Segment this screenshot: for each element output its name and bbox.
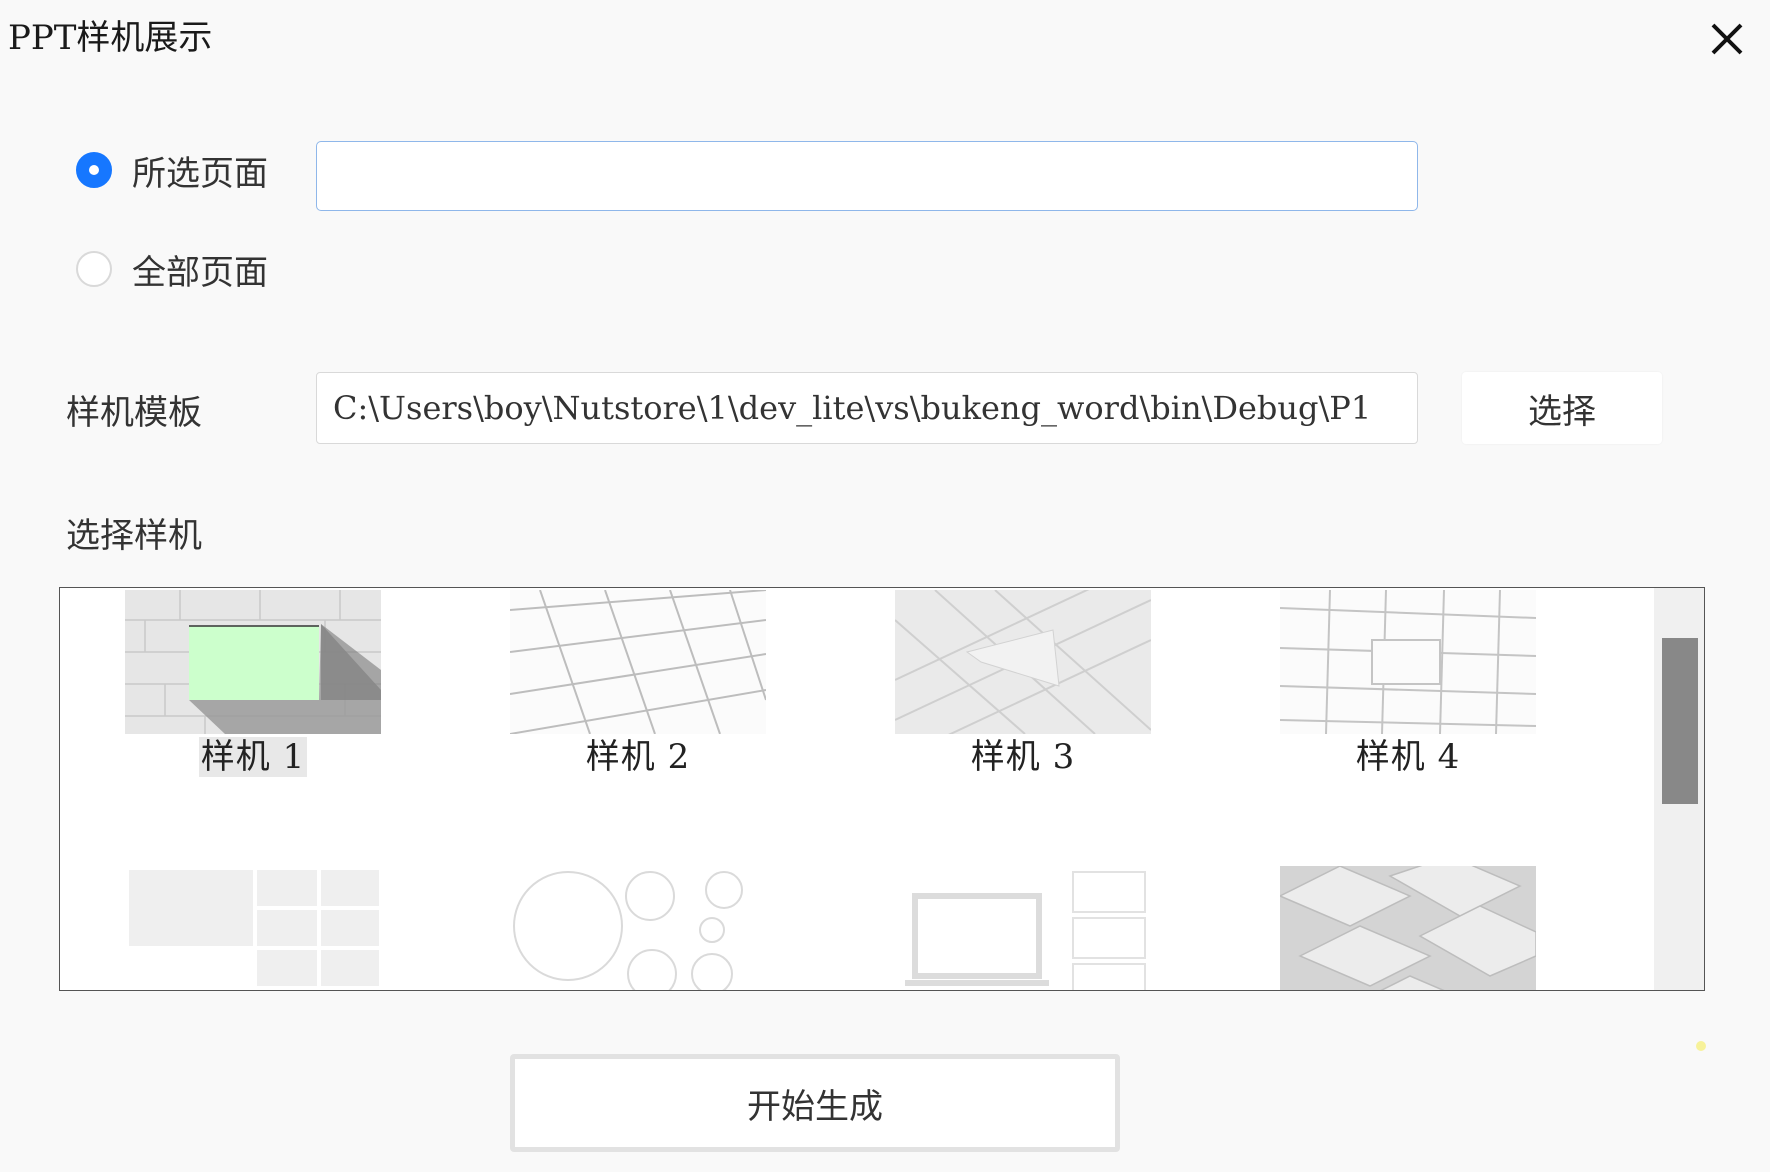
mockup-tile-7[interactable] [895,866,1151,990]
status-dot [1696,1041,1706,1051]
mockup-tile-4[interactable]: 样机 4 [1280,590,1536,777]
mockup-caption-1: 样机 1 [198,737,308,777]
mockup-thumbnail-4 [1280,590,1536,734]
radio-selected-pages-label[interactable]: 所选页面 [132,146,268,195]
mockup-caption-2: 样机 2 [585,737,691,777]
gallery-scrollbar[interactable] [1654,588,1704,990]
mockup-caption-4: 样机 4 [1355,737,1461,777]
radio-selected-pages[interactable] [76,152,112,188]
mockup-caption-3: 样机 3 [970,737,1076,777]
mockup-thumbnail-1 [125,590,381,734]
dialog-title: PPT样机展示 [8,18,213,58]
gallery-scroll-thumb[interactable] [1662,638,1698,804]
mockup-gallery[interactable]: 样机 1 样机 2 样机 3 样机 4 [59,587,1705,991]
mockup-thumbnail-3 [895,590,1151,734]
mockup-thumbnail-7 [895,866,1151,990]
mockup-tile-5[interactable] [125,866,381,990]
mockup-thumbnail-8 [1280,866,1536,990]
close-button[interactable] [1700,12,1754,66]
template-label: 样机模板 [66,393,202,433]
mockup-thumbnail-5 [125,866,381,990]
mockup-thumbnail-2 [510,590,766,734]
mockup-tile-3[interactable]: 样机 3 [895,590,1151,777]
close-icon [1711,23,1743,55]
mockup-tile-2[interactable]: 样机 2 [510,590,766,777]
selected-pages-input[interactable] [316,141,1418,211]
radio-all-pages[interactable] [76,251,112,287]
mockup-tile-1[interactable]: 样机 1 [125,590,381,777]
mockup-thumbnail-6 [510,866,766,990]
radio-all-pages-label[interactable]: 全部页面 [132,245,268,294]
start-generate-button[interactable]: 开始生成 [510,1054,1120,1152]
choose-template-button[interactable]: 选择 [1462,372,1662,444]
gallery-label: 选择样机 [66,516,202,556]
mockup-tile-8[interactable] [1280,866,1536,990]
template-path-field[interactable]: C:\Users\boy\Nutstore\1\dev_lite\vs\buke… [316,372,1418,444]
mockup-tile-6[interactable] [510,866,766,990]
